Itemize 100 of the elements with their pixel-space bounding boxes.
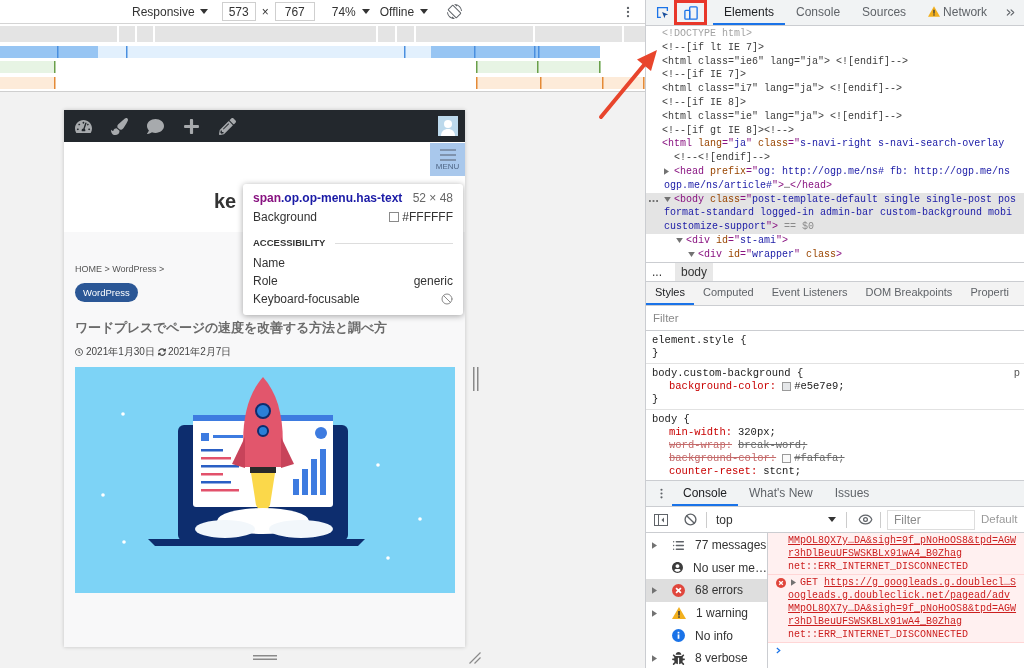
console-filter-field[interactable]: Filter	[887, 509, 975, 530]
dom-node[interactable]: <!--[if IE 8]>	[662, 96, 746, 110]
request-url-link[interactable]: oogleads.g.doubleclick.net/pagead/adv	[788, 589, 1011, 602]
devtools-tab[interactable]: Network	[917, 0, 999, 25]
stylesheet-link[interactable]: p	[1013, 367, 1020, 380]
devtools-tab[interactable]: Elements	[713, 0, 786, 25]
expand-arrow-icon[interactable]	[652, 541, 657, 549]
dimension-separator: ×	[261, 3, 269, 21]
color-swatch-icon[interactable]	[782, 382, 792, 391]
network-throttling-dropdown[interactable]: Offline	[379, 1, 429, 22]
pencil-icon[interactable]	[219, 117, 236, 135]
error-status: net::ERR_INTERNET_DISCONNECTED	[788, 560, 969, 573]
breadcrumb-trail[interactable]: HOME > WordPress >	[75, 264, 165, 275]
caret-icon	[199, 9, 208, 14]
dom-node[interactable]: <html class="ie" lang="ja"> <![endif]-->	[662, 109, 903, 124]
css-property-name[interactable]: word-wrap:	[669, 439, 732, 452]
caret-icon	[828, 517, 836, 522]
css-selector[interactable]: body {	[652, 413, 690, 426]
paintbrush-icon[interactable]	[111, 117, 128, 135]
dom-node[interactable]: <div id="wrapper" class>	[688, 247, 843, 262]
css-selector[interactable]: body.custom-background {	[652, 367, 804, 380]
accessibility-property-label: Keyboard-focusable	[253, 291, 360, 308]
drawer-tab[interactable]: Console	[672, 481, 739, 506]
resize-handle-icon[interactable]	[253, 655, 277, 660]
expand-arrow-icon[interactable]	[652, 609, 657, 617]
dom-node[interactable]: <!--[if gt IE 8]><!-->	[662, 123, 795, 138]
collapse-arrow-icon[interactable]	[664, 196, 671, 202]
device-toolbar-toggle-icon[interactable]	[683, 5, 698, 20]
breadcrumb-overflow[interactable]: ...	[652, 263, 662, 281]
background-label: Background	[253, 209, 318, 226]
console-sidebar-item[interactable]: 68 errors	[646, 579, 767, 602]
css-property-name[interactable]: background-color:	[669, 380, 777, 393]
height-field[interactable]: 767	[274, 2, 315, 21]
css-property-value[interactable]: #e5e7e9;	[794, 380, 845, 393]
dom-node[interactable]: <!--[if lt IE 7]>	[662, 40, 765, 55]
category-tag[interactable]: WordPress	[75, 283, 138, 302]
dom-node[interactable]: <head prefix="og: http://ogp.me/ns# fb: http://ogp.me/ns ogp.me/ns/article#">…</head>	[664, 164, 1011, 193]
drawer-tab[interactable]: Issues	[823, 481, 881, 506]
user-icon	[672, 561, 683, 575]
request-url-link[interactable]: r3hDlBeuUFSWSKBLx91wA4_B0Zhag	[788, 615, 963, 628]
dom-node[interactable]: <body class="post-template-default single single-post pos format-standard logged-in admin-bar custom-background mobi customize-support"> == $0	[646, 192, 1024, 234]
request-url-link[interactable]: MMpOL8QX7y…DA&sigh=9f_pNoHoOS8&tpd=AGW	[788, 534, 1017, 547]
context-selector[interactable]: top	[711, 509, 841, 530]
drawer-tab[interactable]: What's New	[738, 481, 824, 506]
css-property-name[interactable]: counter-reset:	[669, 465, 758, 478]
dom-node[interactable]: <html class="ie6" lang="ja"> <![endif]-->	[662, 54, 909, 69]
styles-pane-tab[interactable]: Properti	[961, 282, 1018, 305]
css-property-value[interactable]: break-word;	[738, 439, 808, 452]
css-property-value[interactable]: 320px;	[738, 426, 776, 439]
dom-node[interactable]: <html lang="ja" class="s-navi-right s-navi-search-overlay	[662, 137, 1005, 152]
width-field[interactable]: 573	[221, 2, 256, 21]
site-title: ke	[214, 189, 237, 213]
styles-pane-tab[interactable]: Styles	[646, 282, 694, 305]
dom-node[interactable]: <!--<![endif]-->	[674, 151, 770, 165]
resize-handle-icon[interactable]	[473, 366, 479, 391]
expand-arrow-icon[interactable]	[791, 579, 796, 586]
speech-bubble-icon[interactable]	[147, 117, 164, 135]
css-selector[interactable]: element.style {	[652, 334, 747, 347]
devtools-tab[interactable]: Console	[785, 0, 852, 25]
accessibility-property-label: Role	[253, 273, 278, 290]
styles-pane-tab[interactable]: Computed	[693, 282, 763, 305]
rotate-icon[interactable]	[447, 4, 463, 19]
live-expression-icon[interactable]	[858, 512, 873, 527]
request-url-link[interactable]: https://g googleads.g.doublecl…S	[824, 576, 1017, 589]
expand-arrow-icon[interactable]	[652, 654, 657, 662]
expand-arrow-icon[interactable]	[652, 587, 657, 594]
menu-button[interactable]: MENU	[430, 143, 465, 176]
styles-pane-tab[interactable]: DOM Breakpoints	[856, 282, 962, 305]
bug-icon	[672, 651, 685, 665]
inspect-element-icon[interactable]	[656, 6, 669, 19]
css-property-value[interactable]: stcnt;	[763, 465, 802, 478]
sidebar-toggle-icon[interactable]	[654, 513, 668, 526]
dashboard-gauge-icon[interactable]	[75, 117, 92, 135]
request-url-link[interactable]: r3hDlBeuUFSWSKBLx91wA4_B0Zhag	[788, 547, 963, 560]
element-selector: span.op.op-menu.has-text	[253, 190, 403, 207]
plus-icon[interactable]	[183, 117, 200, 135]
dom-node[interactable]: <div id="st-ami">	[676, 233, 789, 248]
more-dots-icon[interactable]	[649, 199, 658, 202]
caret-icon	[361, 9, 370, 14]
clear-console-icon[interactable]	[684, 513, 697, 526]
accessibility-property-value: generic	[413, 273, 453, 290]
resize-corner-icon[interactable]	[469, 651, 481, 664]
expand-arrow-icon[interactable]	[664, 168, 669, 176]
request-url-link[interactable]: MMpOL8QX7y…DA&sigh=9f_pNoHoOS8&tpd=AGW	[788, 602, 1017, 615]
collapse-arrow-icon[interactable]	[688, 252, 695, 258]
devtools-tab[interactable]: Sources	[851, 0, 918, 25]
dom-node[interactable]: <!--[if IE 7]>	[662, 68, 746, 83]
warning-icon	[672, 607, 686, 620]
color-swatch-icon[interactable]	[782, 454, 792, 463]
css-property-name[interactable]: background-color:	[669, 452, 777, 465]
collapse-arrow-icon[interactable]	[676, 238, 683, 244]
zoom-dropdown[interactable]: 74%	[331, 1, 370, 22]
device-preset-dropdown[interactable]: Responsive	[132, 1, 208, 22]
styles-pane-tab[interactable]: Event Listeners	[762, 282, 857, 305]
css-property-value[interactable]: #fafafa;	[794, 452, 845, 465]
css-property-name[interactable]: min-width:	[669, 426, 732, 439]
dom-breadcrumb[interactable]: body	[675, 263, 714, 281]
annotation-arrow	[598, 49, 659, 120]
error-icon	[776, 578, 786, 588]
dom-node[interactable]: <html class="i7" lang="ja"> <![endif]-->	[662, 82, 903, 96]
